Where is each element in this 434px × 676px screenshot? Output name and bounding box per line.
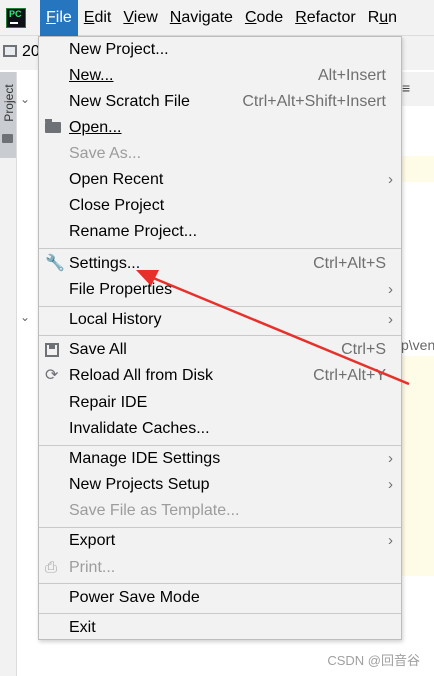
menu-item-new[interactable]: New... Alt+Insert — [39, 63, 401, 89]
menu-separator — [39, 613, 401, 614]
chevron-right-icon: › — [388, 476, 393, 493]
chevron-right-icon: › — [388, 311, 393, 328]
chevron-down-icon[interactable]: ⌄ — [20, 310, 30, 324]
menu-item-close-project[interactable]: Close Project — [39, 193, 401, 219]
menu-code[interactable]: Code — [239, 0, 289, 36]
menu-view[interactable]: View — [117, 0, 163, 36]
menu-item-repair-ide[interactable]: Repair IDE — [39, 390, 401, 416]
folder-icon — [45, 119, 61, 133]
shortcut: Ctrl+Alt+Shift+Insert — [242, 93, 386, 110]
menu-item-save-file-as-template: Save File as Template... — [69, 502, 240, 519]
menu-item-file-properties[interactable]: File Properties › — [39, 277, 401, 303]
menu-separator — [39, 583, 401, 584]
tool-window-strip — [0, 72, 17, 676]
folder-icon — [2, 134, 13, 143]
shortcut: Alt+Insert — [317, 67, 386, 84]
menu-navigate[interactable]: Navigate — [164, 0, 239, 36]
menu-item-print: ⎙ Print... — [45, 559, 116, 576]
reload-icon: ⟳ — [45, 367, 59, 384]
menu-item-open[interactable]: Open... — [39, 115, 401, 141]
chevron-down-icon[interactable]: ⌄ — [20, 92, 30, 106]
editor-highlight — [402, 156, 434, 182]
project-folder-icon — [3, 45, 17, 57]
menu-run[interactable]: Run — [362, 0, 403, 36]
menu-item-power-save-mode[interactable]: Power Save Mode — [39, 585, 401, 611]
menu-item-rename-project[interactable]: Rename Project... — [39, 219, 401, 245]
menu-refactor[interactable]: Refactor — [289, 0, 361, 36]
menu-item-open-recent[interactable]: Open Recent › — [39, 167, 401, 193]
menu-item-local-history[interactable]: Local History › — [39, 307, 401, 333]
pycharm-logo-icon: PC — [6, 7, 26, 28]
chevron-right-icon: › — [388, 532, 393, 549]
menu-item-settings[interactable]: 🔧 Settings... Ctrl+Alt+S — [39, 251, 401, 277]
menu-item-save-as: Save As... — [69, 145, 142, 162]
project-tool-tab-label: Project — [2, 84, 16, 122]
menu-item-new-project[interactable]: New Project... — [39, 37, 401, 63]
floppy-disk-icon — [45, 343, 59, 357]
menu-item-new-projects-setup[interactable]: New Projects Setup › — [39, 472, 401, 498]
menu-item-reload-all[interactable]: ⟳ Reload All from Disk Ctrl+Alt+Y — [39, 363, 401, 389]
shortcut: Ctrl+S — [341, 341, 386, 358]
menu-item-export[interactable]: Export › — [39, 528, 401, 554]
menu-item-exit[interactable]: Exit — [39, 615, 401, 641]
menu-item-invalidate-caches[interactable]: Invalidate Caches... — [39, 416, 401, 442]
editor-highlight — [402, 356, 434, 576]
menu-separator — [39, 248, 401, 249]
menu-file[interactable]: File — [40, 0, 78, 36]
editor-text-fragment: p\ven — [401, 337, 434, 353]
chevron-right-icon: › — [388, 450, 393, 467]
menu-edit[interactable]: Edit — [78, 0, 118, 36]
watermark: CSDN @回音谷 — [327, 653, 420, 668]
chevron-right-icon: › — [388, 171, 393, 188]
menu-item-new-scratch-file[interactable]: New Scratch File Ctrl+Alt+Shift+Insert — [39, 89, 401, 115]
wrench-icon: 🔧 — [45, 255, 65, 272]
shortcut: Ctrl+Alt+S — [313, 255, 386, 272]
menu-item-manage-ide-settings[interactable]: Manage IDE Settings › — [39, 446, 401, 472]
file-menu-dropdown: New Project... New... Alt+Insert New Scr… — [38, 36, 402, 640]
hamburger-icon[interactable]: ≡ — [402, 80, 410, 96]
printer-icon: ⎙ — [45, 559, 58, 576]
menu-separator — [39, 335, 401, 336]
menu-item-save-all[interactable]: Save All Ctrl+S — [39, 337, 401, 363]
shortcut: Ctrl+Alt+Y — [313, 367, 386, 384]
menu-bar: PC File Edit View Navigate Code Refactor… — [0, 0, 434, 36]
chevron-right-icon: › — [388, 281, 393, 298]
